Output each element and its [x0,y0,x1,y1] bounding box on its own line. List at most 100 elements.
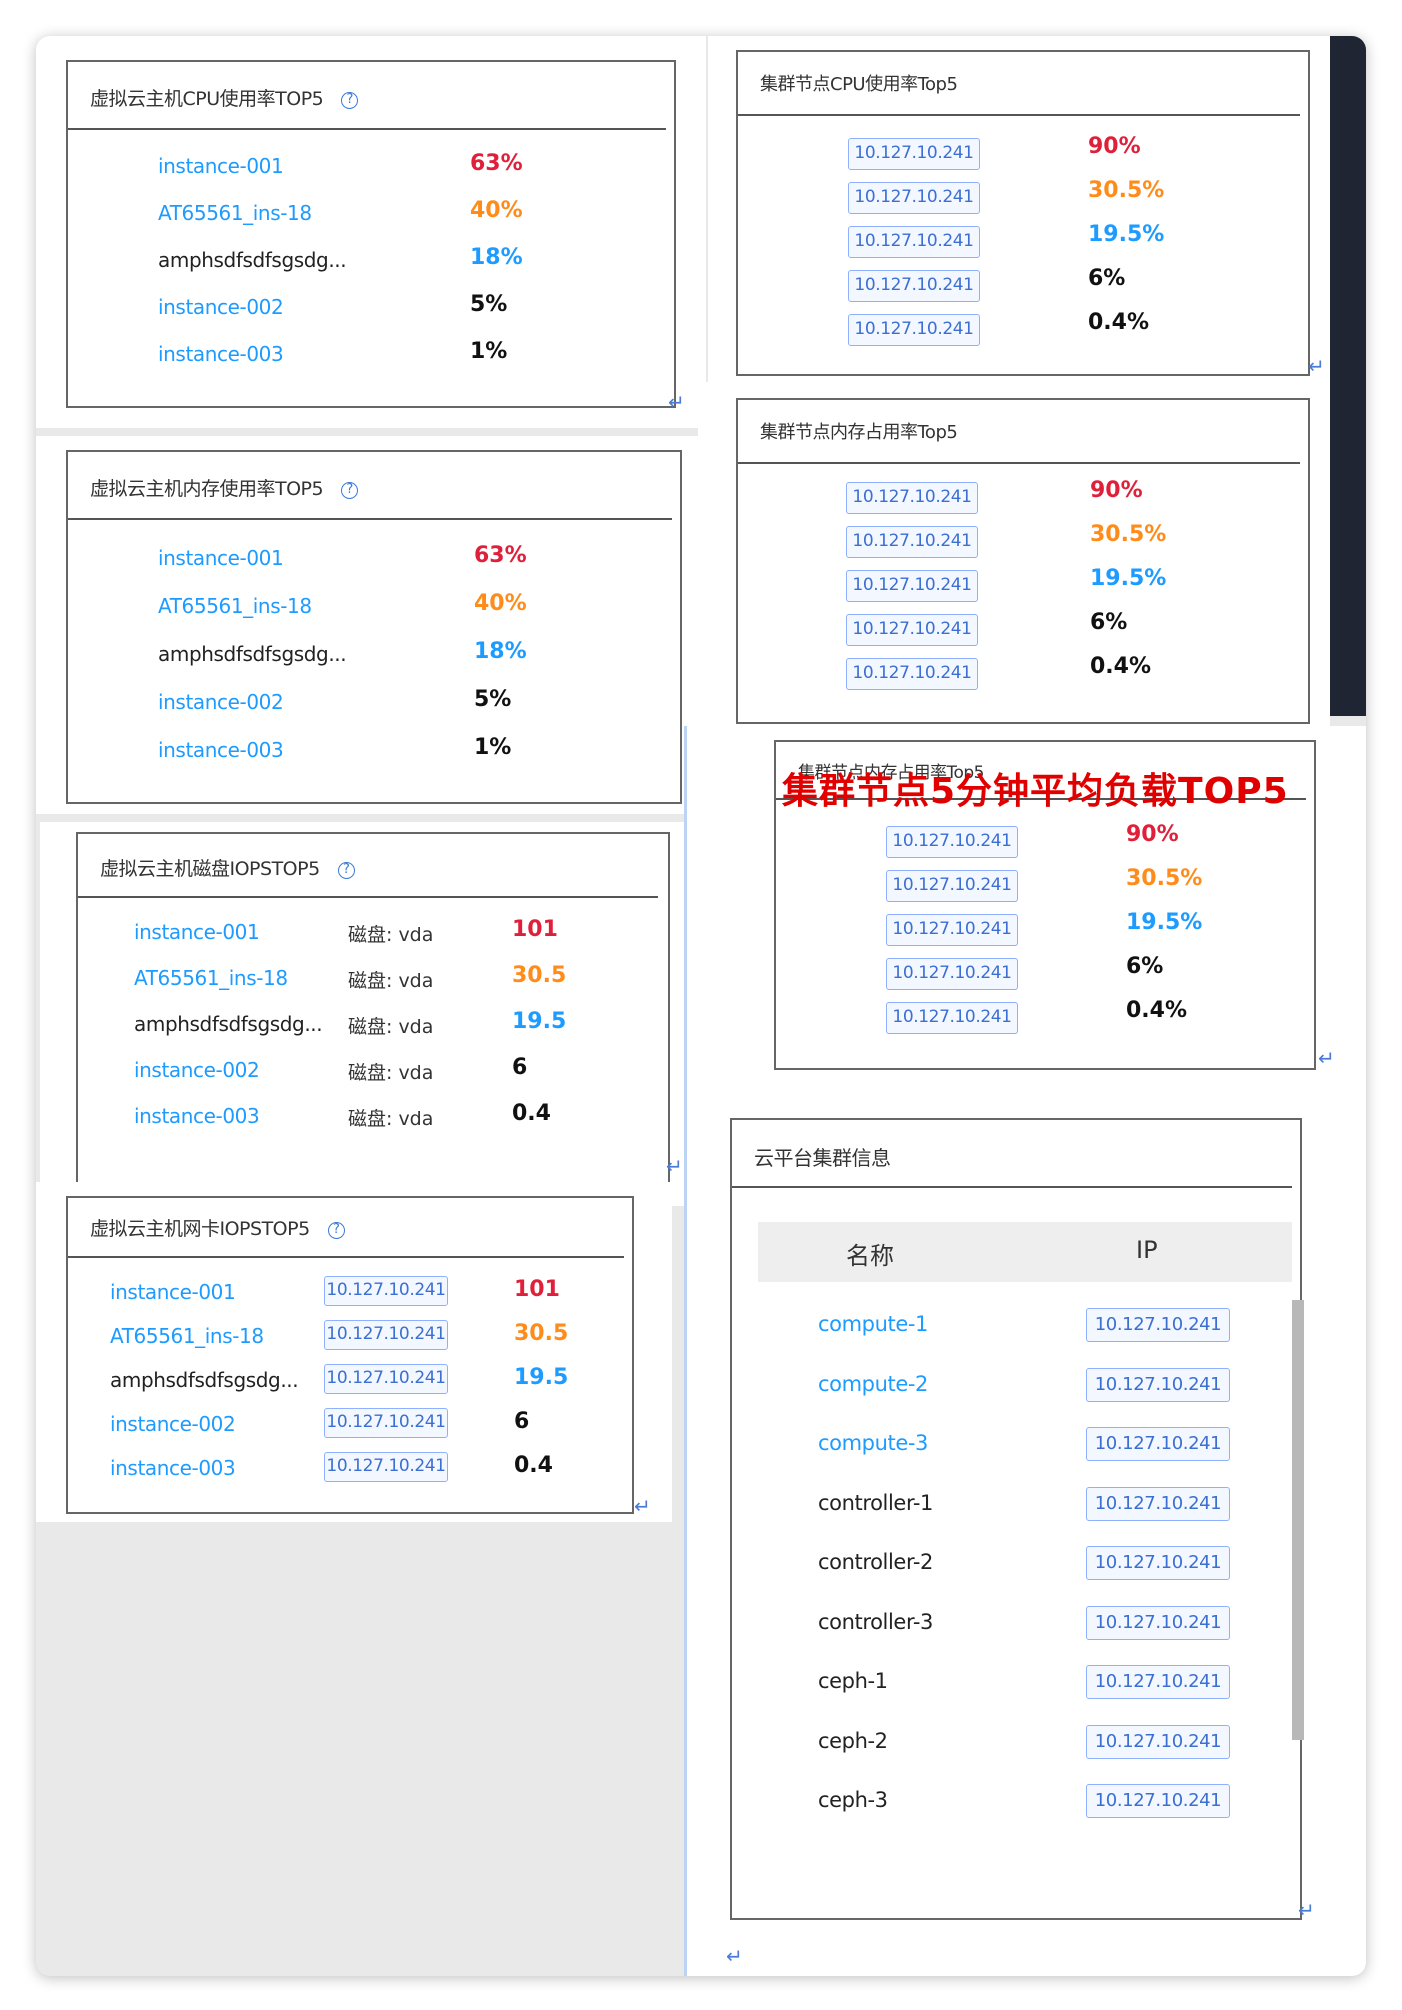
return-icon: ↵ [726,1944,743,1968]
vm-mem-title: 虚拟云主机内存使用率TOP5? [90,474,359,501]
divider [738,114,1300,116]
ip-tag: 10.127.10.241 [846,526,978,558]
usage-value: 19.5 [514,1365,569,1390]
usage-value: 101 [514,1277,560,1302]
column-header-name: 名称 [846,1242,894,1270]
list-item: AT65561_ins-18 磁盘: vda 30.5 [78,963,668,1010]
help-icon[interactable]: ? [341,92,359,109]
instance-name-link[interactable]: instance-001 [134,920,260,944]
usage-value: 40% [474,591,527,616]
instance-name-link[interactable]: AT65561_ins-18 [158,201,312,225]
disk-label: 磁盘: vda [348,924,434,946]
instance-name-link[interactable]: instance-001 [158,154,284,178]
ip-tag: 10.127.10.241 [1086,1308,1230,1342]
usage-value: 18% [474,639,527,664]
list-item: 10.127.10.241 90% [738,134,1308,182]
list-item: instance-002 磁盘: vda 6 [78,1055,668,1102]
ip-tag: 10.127.10.241 [846,482,978,514]
list-item: 10.127.10.241 19.5% [776,910,1314,958]
usage-value: 0.4 [514,1453,553,1478]
ip-tag: 10.127.10.241 [848,270,980,302]
list-item: AT65561_ins-18 40% [68,198,674,245]
instance-name-link[interactable]: AT65561_ins-18 [110,1324,264,1348]
ip-tag: 10.127.10.241 [846,658,978,690]
help-icon[interactable]: ? [327,1222,345,1239]
table-header: 名称 IP [758,1222,1292,1282]
list-item: 10.127.10.241 90% [776,822,1314,870]
help-icon[interactable]: ? [341,482,359,499]
list-item: instance-001 磁盘: vda 101 [78,917,668,964]
usage-value: 90% [1090,478,1143,503]
node-cpu-panel: 集群节点CPU使用率Top5 10.127.10.241 90% 10.127.10… [736,50,1310,376]
table-row: controller-1 10.127.10.241 [732,1486,1300,1531]
return-icon: ↵ [666,1154,683,1178]
instance-name-link: amphsdfsdfsgsdg... [134,1012,323,1036]
usage-value: 0.4% [1088,310,1150,335]
table-row: controller-2 10.127.10.241 [732,1546,1300,1590]
list-item: 10.127.10.241 19.5% [738,222,1308,270]
instance-name-link[interactable]: instance-002 [110,1412,236,1436]
usage-value: 6% [1088,266,1126,291]
instance-name-link[interactable]: instance-003 [134,1104,260,1128]
usage-value: 1% [474,735,512,760]
table-row: compute-2 10.127.10.241 [732,1367,1300,1412]
usage-value: 6 [514,1409,530,1434]
list-item: instance-003 1% [68,735,680,782]
vm-disk-panel: 虚拟云主机磁盘IOPSTOP5? instance-001 磁盘: vda 101 A… [76,832,670,1188]
instance-name-link[interactable]: AT65561_ins-18 [134,966,288,990]
instance-name-link[interactable]: instance-002 [134,1058,260,1082]
instance-name-link[interactable]: instance-003 [158,342,284,366]
list-item: instance-003 1% [68,339,674,386]
usage-value: 0.4 [512,1101,551,1126]
node-name[interactable]: compute-2 [818,1372,928,1396]
help-icon[interactable]: ? [337,862,355,879]
ip-tag: 10.127.10.241 [1086,1665,1230,1699]
usage-value: 19.5 [512,1009,567,1034]
usage-value: 6% [1090,610,1128,635]
usage-value: 30.5 [512,963,567,988]
ip-tag: 10.127.10.241 [1086,1367,1230,1402]
list-item: instance-003 磁盘: vda 0.4 [78,1101,668,1148]
usage-value: 1% [470,339,508,364]
scrollbar[interactable] [1292,1300,1304,1740]
ip-tag: 10.127.10.241 [324,1408,448,1438]
list-item: 10.127.10.241 6% [776,954,1314,1002]
usage-value: 6 [512,1055,528,1080]
list-item: amphsdfsdfsgsdg... 18% [68,245,674,292]
annotation-overlay-title: 集群节点5分钟平均负载TOP5 [782,771,1289,812]
instance-name-link[interactable]: instance-001 [110,1280,236,1304]
instance-name-link[interactable]: instance-003 [110,1456,236,1480]
return-icon: ↵ [634,1494,651,1518]
instance-name-link[interactable]: instance-002 [158,295,284,319]
ip-tag: 10.127.10.241 [1086,1546,1230,1580]
vm-disk-title: 虚拟云主机磁盘IOPSTOP5? [100,854,355,881]
usage-value: 101 [512,917,558,942]
divider [68,1256,624,1258]
usage-value: 30.5% [1090,522,1167,547]
list-item: 10.127.10.241 6% [738,610,1308,658]
vm-nic-title: 虚拟云主机网卡IOPSTOP5? [90,1214,345,1241]
cluster-panel: 云平台集群信息 名称 IP compute-1 10.127.10.241 comp… [730,1118,1304,1920]
usage-value: 0.4% [1090,654,1152,679]
node-name[interactable]: compute-3 [818,1431,928,1455]
instance-name-link[interactable]: AT65561_ins-18 [158,594,312,618]
ip-tag: 10.127.10.241 [848,314,980,346]
list-item: instance-001 63% [68,151,674,198]
ip-tag: 10.127.10.241 [324,1364,448,1394]
dark-background [1330,36,1366,716]
usage-value: 19.5% [1088,222,1165,247]
usage-value: 30.5% [1126,866,1203,891]
list-item: 10.127.10.241 30.5% [738,178,1308,226]
usage-value: 63% [470,151,523,176]
node-name[interactable]: compute-1 [818,1312,928,1336]
usage-value: 30.5 [514,1321,569,1346]
list-item: amphsdfsdfsgsdg... 磁盘: vda 19.5 [78,1009,668,1056]
instance-name-link[interactable]: instance-002 [158,690,284,714]
list-item: 10.127.10.241 30.5% [776,866,1314,914]
instance-name-link[interactable]: instance-001 [158,546,284,570]
usage-value: 90% [1126,822,1179,847]
node-name: ceph-3 [818,1788,888,1812]
instance-name-link[interactable]: instance-003 [158,738,284,762]
ip-tag: 10.127.10.241 [886,826,1018,858]
list-item: 10.127.10.241 19.5% [738,566,1308,614]
